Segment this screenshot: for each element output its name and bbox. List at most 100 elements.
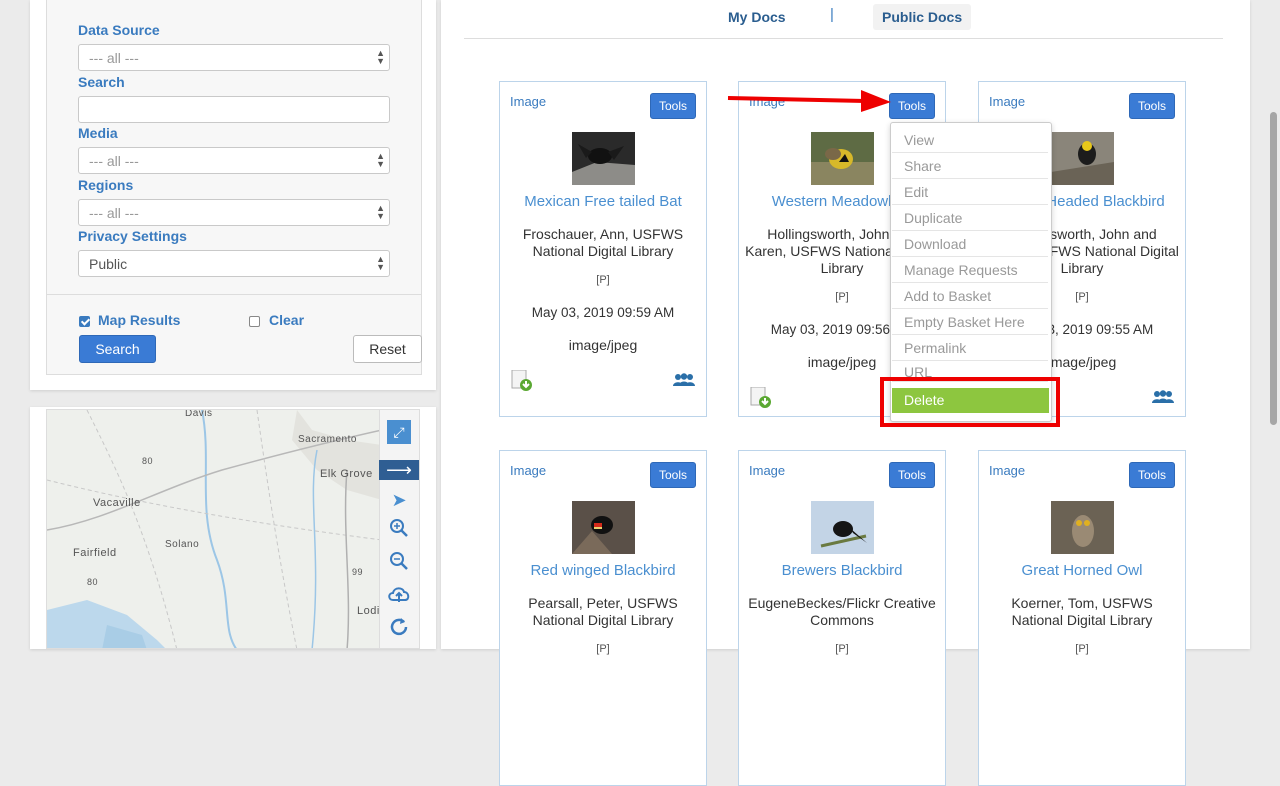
delete-highlight-box [880,377,1060,427]
tools-button[interactable]: Tools [1129,93,1175,119]
menu-item-empty-basket-here[interactable]: Empty Basket Here [892,310,1048,335]
tab-separator: | [830,6,834,23]
group-shared-icon [1151,390,1175,404]
search-button[interactable]: Search [79,335,156,363]
card-date: May 03, 2019 09:59 AM [531,305,675,320]
select-arrows-icon: ▲ ▼ [376,48,385,66]
menu-item-download[interactable]: Download [892,232,1048,257]
card-thumbnail[interactable] [1051,132,1114,185]
map-place-label: Lodi [357,605,380,617]
tools-button[interactable]: Tools [1129,462,1175,488]
regions-select[interactable]: --- all --- ▲ ▼ [78,199,390,226]
menu-item-duplicate[interactable]: Duplicate [892,206,1048,231]
card-author: Pearsall, Peter, USFWS National Digital … [528,595,678,628]
tools-button[interactable]: Tools [650,93,696,119]
search-label: Search [78,74,125,90]
filter-divider [47,294,421,295]
menu-item-edit[interactable]: Edit [892,180,1048,205]
tools-button[interactable]: Tools [889,462,935,488]
data-source-select[interactable]: --- all --- ▲ ▼ [78,44,390,71]
tools-button[interactable]: Tools [650,462,696,488]
media-label: Media [78,125,118,141]
map-place-label: Elk Grove [320,468,373,480]
download-icon[interactable] [750,386,772,409]
red-arrow-icon [727,90,891,112]
pointer-icon[interactable]: ➤ [384,486,414,514]
expand-icon[interactable]: ⤢ [387,420,411,444]
page-scrollbar[interactable] [1270,112,1277,425]
doc-card[interactable]: Image Tools Great Horned Owl Koerner, To… [978,450,1186,786]
card-type-label: Image [989,463,1026,478]
doc-card[interactable]: Image Tools Red winged Blackbird Pearsal… [499,450,707,786]
tools-button[interactable]: Tools [889,93,935,119]
filter-form: Data Source --- all --- ▲ ▼ Search Media … [46,0,422,375]
arrow-right-icon[interactable]: ⟶ [379,460,419,480]
map-place-label: Vacaville [93,497,141,509]
map-road-label: 80 [142,456,154,466]
tabs-divider [464,38,1223,39]
download-icon[interactable] [511,369,533,392]
map-canvas[interactable]: Davis Sacramento Elk Grove Vacaville Sol… [46,409,420,649]
map-results-checkbox[interactable] [79,316,90,327]
card-thumbnail[interactable] [811,501,874,554]
card-author: EugeneBeckes/Flickr Creative Commons [748,595,936,628]
clear-label[interactable]: Clear [269,312,304,328]
card-thumbnail[interactable] [811,132,874,185]
map-panel: Davis Sacramento Elk Grove Vacaville Sol… [30,407,436,649]
card-title-link[interactable]: Mexican Free tailed Bat [504,193,702,210]
refresh-icon[interactable] [384,616,414,644]
zoom-out-icon[interactable] [384,551,414,579]
data-source-value: --- all --- [89,50,139,66]
card-privacy: [P] [835,643,849,655]
card-privacy: [P] [1075,643,1089,655]
privacy-value: Public [89,256,128,272]
card-type-label: Image [510,463,547,478]
menu-item-permalink[interactable]: Permalink [892,336,1048,361]
doc-card[interactable]: Image Tools Mexican Free tailed Bat Fros… [499,81,707,417]
card-type-label: Image [989,94,1026,109]
map-basemap [47,410,382,648]
zoom-in-icon[interactable] [384,518,414,546]
regions-value: --- all --- [89,205,139,221]
doc-card[interactable]: Image Tools Brewers Blackbird EugeneBeck… [738,450,946,786]
menu-item-add-to-basket[interactable]: Add to Basket [892,284,1048,309]
card-title-link[interactable]: Brewers Blackbird [743,562,941,579]
card-author: Koerner, Tom, USFWS National Digital Lib… [1011,595,1153,628]
data-source-label: Data Source [78,22,160,38]
media-value: --- all --- [89,153,139,169]
card-privacy: [P] [596,274,610,286]
card-thumbnail[interactable] [572,501,635,554]
menu-item-manage-requests[interactable]: Manage Requests [892,258,1048,283]
menu-item-share[interactable]: Share [892,154,1048,179]
select-arrows-icon: ▲ ▼ [376,203,385,221]
map-road-label: 80 [87,577,99,587]
tab-public-docs[interactable]: Public Docs [873,4,972,30]
select-arrows-icon: ▲ ▼ [376,151,385,169]
card-author: Froschauer, Ann, USFWS National Digital … [522,226,684,259]
map-road-label: 99 [352,567,364,577]
reset-button[interactable]: Reset [353,335,422,363]
privacy-select[interactable]: Public ▲ ▼ [78,250,390,277]
card-type-label: Image [749,463,786,478]
media-select[interactable]: --- all --- ▲ ▼ [78,147,390,174]
card-title-link[interactable]: Red winged Blackbird [504,562,702,579]
map-place-label: Davis [185,409,213,419]
card-type-label: Image [510,94,547,109]
map-place-label: Sacramento [298,434,357,445]
card-thumbnail[interactable] [572,132,635,185]
map-toolbar: ⤢ ⟶ ➤ [379,410,419,648]
card-thumbnail[interactable] [1051,501,1114,554]
search-input[interactable] [78,96,390,123]
privacy-label: Privacy Settings [78,228,187,244]
map-results-label[interactable]: Map Results [98,312,180,328]
card-title-link[interactable]: Great Horned Owl [983,562,1181,579]
tab-my-docs[interactable]: My Docs [719,4,795,30]
clear-checkbox[interactable] [249,316,260,327]
card-privacy: [P] [596,643,610,655]
menu-item-view[interactable]: View [892,128,1048,153]
group-shared-icon [672,373,696,387]
regions-label: Regions [78,177,134,193]
cloud-upload-icon[interactable] [384,584,414,612]
map-place-label: Solano [165,539,200,550]
map-place-label: Fairfield [73,547,117,559]
